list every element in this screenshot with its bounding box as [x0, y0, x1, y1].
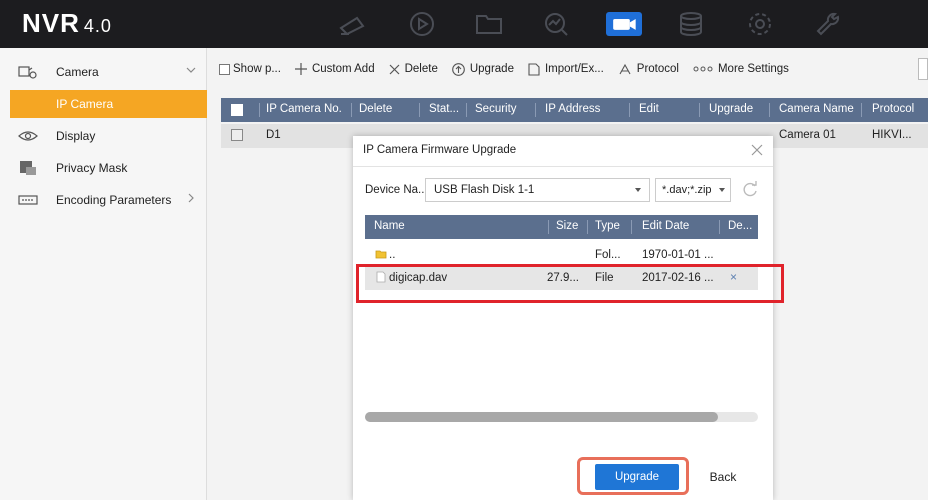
- column-header[interactable]: Size: [556, 220, 578, 232]
- sidebar-item-privacy-mask[interactable]: Privacy Mask: [0, 154, 207, 182]
- camera-protocol: HIKVI...: [872, 129, 912, 141]
- plus-icon: [294, 63, 307, 75]
- refresh-icon[interactable]: [741, 181, 759, 199]
- sidebar-item-label: Display: [56, 129, 96, 143]
- upgrade-highlight-box: [577, 457, 689, 495]
- column-header[interactable]: Upgrade: [709, 103, 753, 115]
- firmware-upgrade-dialog: IP Camera Firmware Upgrade Device Na... …: [353, 136, 773, 500]
- device-name-label: Device Na...: [365, 184, 428, 196]
- sidebar-item-display[interactable]: Display: [0, 122, 207, 150]
- column-header[interactable]: IP Address: [545, 103, 600, 115]
- toolbar-filter-box[interactable]: [918, 58, 928, 80]
- protocol-icon: [619, 63, 631, 74]
- column-header[interactable]: Security: [475, 103, 517, 115]
- sidebar: Camera IP Camera Display Privacy Mask En…: [0, 48, 207, 500]
- column-header[interactable]: Delete: [359, 103, 392, 115]
- select-all-checkbox[interactable]: [231, 104, 243, 116]
- horizontal-scrollbar[interactable]: [365, 412, 758, 422]
- protocol-button[interactable]: Protocol: [618, 63, 679, 76]
- search-icon[interactable]: [540, 10, 572, 38]
- dropdown-arrow-icon: [719, 188, 725, 192]
- column-header[interactable]: Type: [595, 220, 620, 232]
- camera-settings-icon: [18, 66, 37, 79]
- more-settings-button[interactable]: More Settings: [693, 63, 789, 75]
- upgrade-icon: [452, 62, 465, 76]
- column-header[interactable]: IP Camera No.: [266, 103, 342, 115]
- scrollbar-thumb[interactable]: [365, 412, 718, 422]
- dropdown-arrow-icon: [635, 188, 641, 192]
- encoding-icon: [18, 195, 38, 205]
- sidebar-item-encoding-parameters[interactable]: Encoding Parameters: [0, 186, 207, 214]
- highlight-box: [356, 264, 784, 303]
- camera-table-header: IP Camera No. Delete Stat... Security IP…: [221, 98, 928, 122]
- top-bar: NVR 4.0: [0, 0, 928, 48]
- column-header[interactable]: De...: [728, 220, 752, 232]
- device-select[interactable]: USB Flash Disk 1-1: [425, 178, 650, 202]
- sidebar-item-label: Privacy Mask: [56, 161, 128, 175]
- eye-icon: [18, 131, 38, 141]
- close-icon[interactable]: [751, 144, 763, 156]
- sidebar-item-label: IP Camera: [56, 97, 114, 111]
- document-icon: [528, 62, 540, 76]
- dialog-title: IP Camera Firmware Upgrade: [363, 144, 517, 156]
- column-header[interactable]: Name: [374, 220, 405, 232]
- chevron-right-icon: [188, 193, 194, 203]
- import-export-button[interactable]: Import/Ex...: [528, 62, 604, 76]
- show-password-checkbox[interactable]: Show p...: [219, 63, 281, 75]
- column-header[interactable]: Camera Name: [779, 103, 854, 115]
- folder-up-icon: [375, 250, 387, 259]
- row-checkbox[interactable]: [231, 129, 243, 141]
- back-button[interactable]: Back: [683, 464, 763, 490]
- column-header[interactable]: Edit Date: [642, 220, 689, 232]
- chevron-down-icon: [186, 67, 196, 73]
- camera-icon[interactable]: [606, 12, 642, 36]
- camera-playback-icon[interactable]: [336, 10, 368, 38]
- sidebar-item-label: Encoding Parameters: [56, 193, 172, 207]
- file-type-select[interactable]: *.dav;*.zip: [655, 178, 731, 202]
- wrench-icon[interactable]: [812, 10, 844, 38]
- camera-no: D1: [266, 129, 281, 141]
- checkbox-icon: [219, 63, 230, 75]
- close-icon: [389, 64, 400, 74]
- mask-icon: [20, 161, 36, 175]
- file-table-header: Name Size Type Edit Date De...: [365, 215, 758, 239]
- playback-icon[interactable]: [406, 10, 438, 38]
- camera-name: Camera 01: [779, 129, 836, 141]
- delete-button[interactable]: Delete: [389, 63, 438, 75]
- sidebar-item-label: Camera: [56, 65, 99, 79]
- nvr-logo: NVR 4.0: [22, 8, 112, 38]
- column-header[interactable]: Edit: [639, 103, 659, 115]
- custom-add-button[interactable]: Custom Add: [294, 63, 375, 75]
- sidebar-item-ip-camera[interactable]: IP Camera: [10, 90, 207, 118]
- column-header[interactable]: Stat...: [429, 103, 459, 115]
- upgrade-button[interactable]: Upgrade: [452, 62, 514, 76]
- more-icon: [693, 66, 713, 72]
- folder-icon[interactable]: [473, 10, 505, 38]
- sidebar-item-camera[interactable]: Camera: [0, 58, 207, 86]
- divider: [353, 166, 773, 167]
- column-header[interactable]: Protocol: [872, 103, 914, 115]
- gear-icon[interactable]: [744, 10, 776, 38]
- storage-icon[interactable]: [675, 10, 707, 38]
- toolbar: Show p... Custom Add Delete Upgrade Impo…: [219, 58, 803, 80]
